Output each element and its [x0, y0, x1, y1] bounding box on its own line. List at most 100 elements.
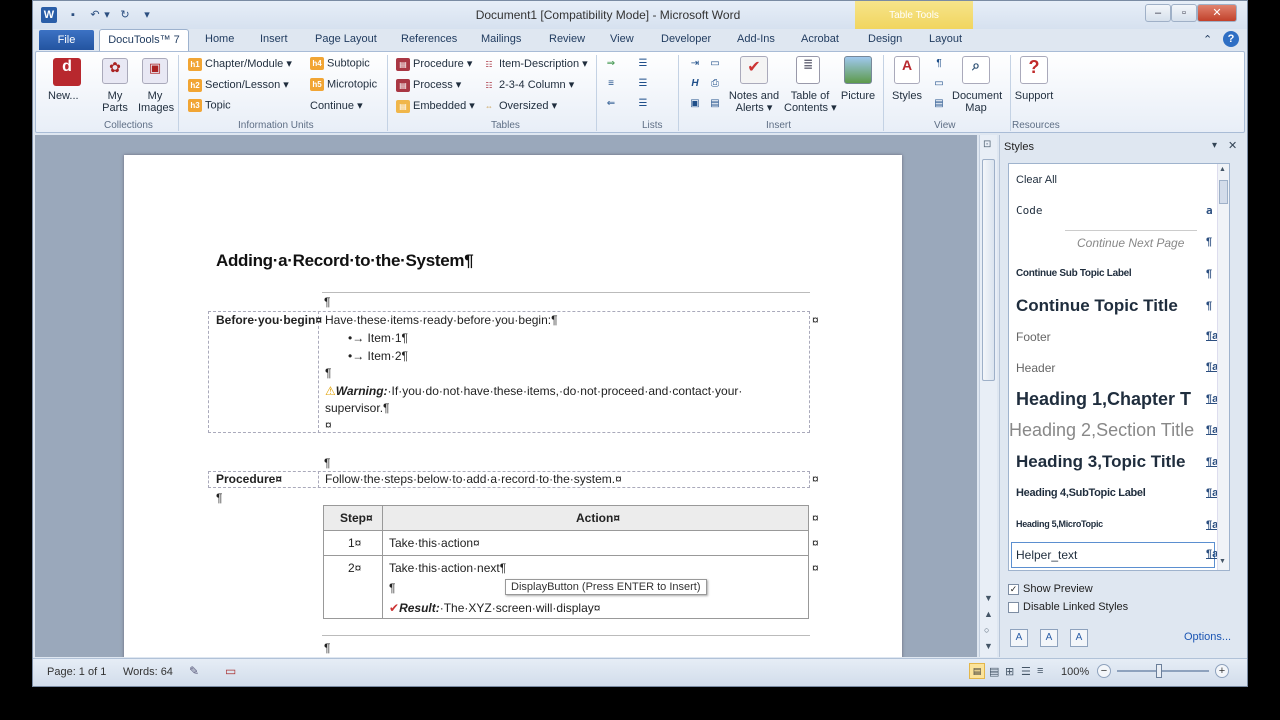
bullet-item-2[interactable]: •→ Item·2¶ [348, 349, 408, 363]
style-item-heading-1[interactable]: Heading 1,Chapter T [1016, 389, 1206, 410]
styles-scrollbar[interactable]: ▲ ▼ [1217, 164, 1229, 570]
styles-label[interactable]: Styles [892, 90, 922, 102]
zoom-in-icon[interactable]: + [1215, 664, 1229, 678]
notes-alerts-icon[interactable]: ✔ [740, 56, 768, 84]
show-preview-checkbox-box[interactable]: ✓ [1008, 583, 1019, 595]
tab-review[interactable]: Review [549, 33, 585, 45]
new-button-label[interactable]: New... [48, 90, 79, 102]
previous-page-icon[interactable]: ▲ [984, 609, 993, 619]
step-header[interactable]: Step¤ [340, 511, 373, 525]
list-outdent-icon[interactable]: ⇐ [604, 98, 618, 110]
tab-page-layout[interactable]: Page Layout [315, 33, 377, 45]
style-item-header[interactable]: Header [1016, 361, 1206, 375]
procedure-text[interactable]: Follow·the·steps·below·to·add·a·record·t… [325, 472, 622, 486]
style-item-helper-text[interactable]: Helper_text [1016, 548, 1206, 562]
new-style-icon[interactable]: A [1010, 629, 1028, 647]
my-images-label[interactable]: My Images [138, 90, 174, 114]
tab-add-ins[interactable]: Add-Ins [737, 33, 775, 45]
procedure-table-button[interactable]: ▤ Procedure ▾ [396, 57, 472, 71]
styles-scroll-thumb[interactable] [1219, 180, 1228, 204]
scroll-down-icon[interactable]: ▼ [984, 593, 993, 603]
tab-home[interactable]: Home [205, 33, 234, 45]
insert-small-5-icon[interactable]: ▣ [688, 98, 702, 110]
before-you-begin-label[interactable]: Before·you·begin¤ [216, 313, 322, 327]
zoom-level[interactable]: 100% [1061, 666, 1089, 678]
zoom-slider-track[interactable] [1117, 670, 1209, 672]
outline-icon[interactable]: ☰ [1021, 665, 1031, 678]
warning-continuation[interactable]: supervisor.¶ [325, 401, 389, 415]
action-header[interactable]: Action¤ [576, 511, 620, 525]
result-line[interactable]: ✔Result:·The·XYZ·screen·will·display¤ [389, 601, 600, 615]
manage-styles-icon[interactable]: A [1070, 629, 1088, 647]
subtopic-button[interactable]: h4 Subtopic [310, 57, 370, 70]
section-lesson-button[interactable]: h2 Section/Lesson ▾ [188, 78, 289, 92]
table-of-contents-label[interactable]: Table of Contents ▾ [784, 90, 837, 114]
embedded-table-button[interactable]: ▤ Embedded ▾ [396, 99, 475, 113]
browse-object-icon[interactable]: ○ [984, 625, 989, 635]
table-of-contents-icon[interactable]: ≣ [796, 56, 820, 84]
draft-icon[interactable]: ≡ [1037, 665, 1043, 677]
list-icon[interactable]: ≡ [604, 78, 618, 90]
step-2-action[interactable]: Take·this·action·next¶ [389, 561, 506, 575]
disable-linked-styles-checkbox[interactable]: Disable Linked Styles [1008, 601, 1128, 613]
full-screen-reading-icon[interactable]: ▤ [989, 665, 999, 678]
macro-record-icon[interactable]: ▭ [225, 664, 236, 678]
style-item-code[interactable]: Code [1016, 204, 1206, 217]
zoom-out-icon[interactable]: − [1097, 664, 1111, 678]
styles-list[interactable]: Clear All Code a Continue Next Page ¶ Co… [1008, 163, 1230, 571]
tab-insert[interactable]: Insert [260, 33, 288, 45]
help-icon[interactable]: ? [1223, 31, 1239, 47]
pane-options-icon[interactable]: ▾ [1212, 140, 1217, 151]
options-link[interactable]: Options... [1184, 631, 1231, 643]
style-item-heading-5[interactable]: Heading 5,MicroTopic [1016, 519, 1206, 529]
proofing-icon[interactable]: ✎ [189, 664, 199, 678]
page-count[interactable]: Page: 1 of 1 [47, 666, 106, 678]
show-preview-checkbox[interactable]: ✓ Show Preview [1008, 583, 1093, 595]
tab-view[interactable]: View [610, 33, 634, 45]
tab-developer[interactable]: Developer [661, 33, 711, 45]
tab-acrobat[interactable]: Acrobat [801, 33, 839, 45]
item-description-button[interactable]: ☷ Item-Description ▾ [482, 57, 587, 71]
scrollbar-thumb[interactable] [982, 159, 995, 381]
support-label[interactable]: Support [1014, 90, 1054, 102]
vertical-scrollbar[interactable]: ⊡ ▼ ▲ ○ ▼ [979, 135, 997, 657]
document-heading[interactable]: Adding·a·Record·to·the·System¶ [216, 251, 474, 271]
continue-button[interactable]: Continue ▾ [310, 99, 363, 112]
step-1-number[interactable]: 1¤ [348, 536, 361, 550]
print-icon[interactable]: ⎙ [708, 78, 722, 90]
bullet-list-icon[interactable]: ☰ [636, 58, 650, 70]
h-style-icon[interactable]: H [688, 78, 702, 90]
my-images-icon[interactable]: ▣ [142, 58, 168, 84]
notes-alerts-label[interactable]: Notes and Alerts ▾ [726, 90, 782, 114]
234-column-button[interactable]: ☷ 2-3-4 Column ▾ [482, 78, 574, 92]
step-2-number[interactable]: 2¤ [348, 561, 361, 575]
close-button[interactable]: ✕ [1197, 4, 1237, 22]
style-item-continue-topic-title[interactable]: Continue Topic Title [1016, 296, 1206, 316]
view-small-2-icon[interactable]: ▤ [932, 98, 946, 110]
view-small-icon[interactable]: ▭ [932, 78, 946, 90]
style-item-heading-2[interactable]: Heading 2,Section Title [1009, 420, 1199, 441]
process-table-button[interactable]: ▤ Process ▾ [396, 78, 461, 92]
chapter-module-button[interactable]: h1 Chapter/Module ▾ [188, 57, 292, 71]
bullet-item-1[interactable]: •→ Item·1¶ [348, 331, 408, 345]
word-count[interactable]: Words: 64 [123, 666, 173, 678]
oversized-button[interactable]: ⇔ Oversized ▾ [482, 99, 557, 113]
sub-list-icon[interactable]: ☰ [636, 98, 650, 110]
insert-small-6-icon[interactable]: ▤ [708, 98, 722, 110]
styles-icon[interactable]: A [894, 56, 920, 84]
insert-small-2-icon[interactable]: ▭ [708, 58, 722, 70]
document-map-icon[interactable]: ⌕ [962, 56, 990, 84]
style-item-clear-all[interactable]: Clear All [1016, 174, 1206, 186]
pane-close-icon[interactable]: ✕ [1228, 139, 1237, 152]
docutools-new-icon[interactable]: d [53, 58, 81, 86]
procedure-label[interactable]: Procedure¤ [216, 472, 282, 486]
picture-label[interactable]: Picture [840, 90, 876, 102]
topic-button[interactable]: h3 Topic [188, 99, 231, 112]
disable-linked-checkbox-box[interactable] [1008, 601, 1019, 613]
show-formatting-icon[interactable]: ¶ [932, 58, 946, 70]
minimize-button[interactable]: – [1145, 4, 1171, 22]
minimize-ribbon-icon[interactable]: ⌃ [1203, 33, 1212, 46]
style-item-footer[interactable]: Footer [1016, 330, 1206, 344]
style-item-heading-4[interactable]: Heading 4,SubTopic Label [1016, 487, 1206, 499]
my-parts-icon[interactable]: ✿ [102, 58, 128, 84]
